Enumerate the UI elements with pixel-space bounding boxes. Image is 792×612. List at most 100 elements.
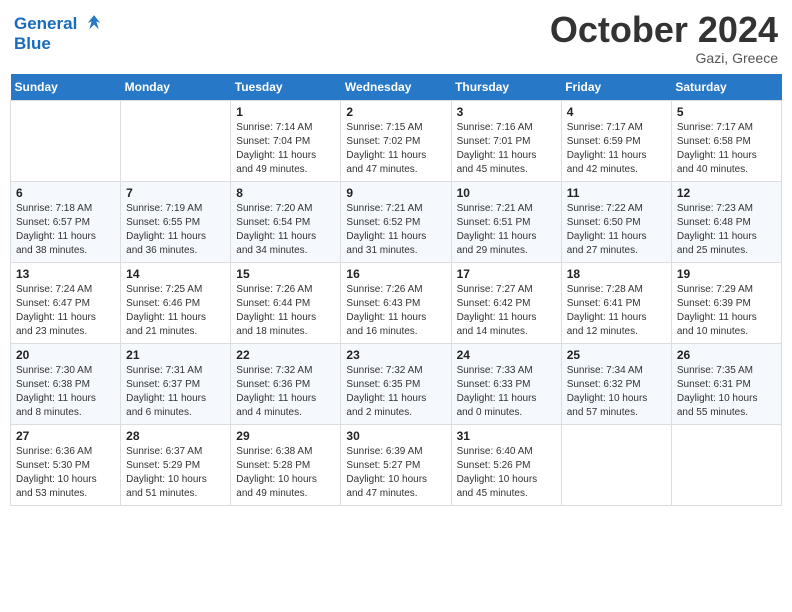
day-info: Sunrise: 7:18 AM Sunset: 6:57 PM Dayligh… — [16, 202, 115, 258]
day-info: Sunrise: 7:31 AM Sunset: 6:37 PM Dayligh… — [126, 364, 225, 420]
calendar-cell: 12 Sunrise: 7:23 AM Sunset: 6:48 PM Dayli… — [671, 181, 781, 262]
day-info: Sunrise: 7:14 AM Sunset: 7:04 PM Dayligh… — [236, 121, 335, 177]
calendar-cell: 7Sunrise: 7:19 AM Sunset: 6:55 PM Daylig… — [121, 181, 231, 262]
day-number: 13 — [16, 267, 115, 281]
day-info: Sunrise: 7:15 AM Sunset: 7:02 PM Dayligh… — [346, 121, 445, 177]
month-title: October 2024 — [550, 10, 778, 50]
calendar-cell: 29 Sunrise: 6:38 AM Sunset: 5:28 PM Dayli… — [231, 424, 341, 505]
calendar-cell: 31 Sunrise: 6:40 AM Sunset: 5:26 PM Dayli… — [451, 424, 561, 505]
calendar-cell: 22 Sunrise: 7:32 AM Sunset: 6:36 PM Dayli… — [231, 343, 341, 424]
day-number: 28 — [126, 429, 225, 443]
day-number: 10 — [457, 186, 556, 200]
calendar-week-2: 6 Sunrise: 7:18 AM Sunset: 6:57 PM Daylig… — [11, 181, 782, 262]
calendar-cell: 13 Sunrise: 7:24 AM Sunset: 6:47 PM Dayli… — [11, 262, 121, 343]
day-info: Sunrise: 7:32 AM Sunset: 6:36 PM Dayligh… — [236, 364, 335, 420]
calendar-cell: 15Sunrise: 7:26 AM Sunset: 6:44 PM Dayli… — [231, 262, 341, 343]
calendar-cell: 8 Sunrise: 7:20 AM Sunset: 6:54 PM Daylig… — [231, 181, 341, 262]
calendar-cell: 3 Sunrise: 7:16 AM Sunset: 7:01 PM Daylig… — [451, 100, 561, 181]
day-number: 29 — [236, 429, 335, 443]
location: Gazi, Greece — [550, 50, 778, 66]
calendar-cell: 5Sunrise: 7:17 AM Sunset: 6:58 PM Daylig… — [671, 100, 781, 181]
day-number: 21 — [126, 348, 225, 362]
calendar-cell: 2 Sunrise: 7:15 AM Sunset: 7:02 PM Daylig… — [341, 100, 451, 181]
day-number: 19 — [677, 267, 776, 281]
calendar-cell — [121, 100, 231, 181]
calendar-cell: 11Sunrise: 7:22 AM Sunset: 6:50 PM Dayli… — [561, 181, 671, 262]
day-number: 17 — [457, 267, 556, 281]
day-info: Sunrise: 6:37 AM Sunset: 5:29 PM Dayligh… — [126, 445, 225, 501]
calendar-week-4: 20Sunrise: 7:30 AM Sunset: 6:38 PM Dayli… — [11, 343, 782, 424]
calendar-cell: 4 Sunrise: 7:17 AM Sunset: 6:59 PM Daylig… — [561, 100, 671, 181]
weekday-wednesday: Wednesday — [341, 74, 451, 101]
day-info: Sunrise: 7:29 AM Sunset: 6:39 PM Dayligh… — [677, 283, 776, 339]
calendar-cell: 21 Sunrise: 7:31 AM Sunset: 6:37 PM Dayli… — [121, 343, 231, 424]
day-info: Sunrise: 7:20 AM Sunset: 6:54 PM Dayligh… — [236, 202, 335, 258]
day-info: Sunrise: 7:17 AM Sunset: 6:59 PM Dayligh… — [567, 121, 666, 177]
day-number: 6 — [16, 186, 115, 200]
calendar-cell: 25 Sunrise: 7:34 AM Sunset: 6:32 PM Dayli… — [561, 343, 671, 424]
day-info: Sunrise: 7:16 AM Sunset: 7:01 PM Dayligh… — [457, 121, 556, 177]
day-info: Sunrise: 7:34 AM Sunset: 6:32 PM Dayligh… — [567, 364, 666, 420]
day-info: Sunrise: 6:36 AM Sunset: 5:30 PM Dayligh… — [16, 445, 115, 501]
day-number: 12 — [677, 186, 776, 200]
day-info: Sunrise: 6:38 AM Sunset: 5:28 PM Dayligh… — [236, 445, 335, 501]
calendar-cell: 16 Sunrise: 7:26 AM Sunset: 6:43 PM Dayli… — [341, 262, 451, 343]
day-number: 4 — [567, 105, 666, 119]
day-info: Sunrise: 7:32 AM Sunset: 6:35 PM Dayligh… — [346, 364, 445, 420]
calendar-cell: 24Sunrise: 7:33 AM Sunset: 6:33 PM Dayli… — [451, 343, 561, 424]
weekday-friday: Friday — [561, 74, 671, 101]
weekday-header-row: SundayMondayTuesdayWednesdayThursdayFrid… — [11, 74, 782, 101]
day-info: Sunrise: 7:21 AM Sunset: 6:51 PM Dayligh… — [457, 202, 556, 258]
logo: General Blue — [14, 14, 105, 53]
day-number: 16 — [346, 267, 445, 281]
day-info: Sunrise: 7:21 AM Sunset: 6:52 PM Dayligh… — [346, 202, 445, 258]
calendar-week-5: 27Sunrise: 6:36 AM Sunset: 5:30 PM Dayli… — [11, 424, 782, 505]
day-info: Sunrise: 7:25 AM Sunset: 6:46 PM Dayligh… — [126, 283, 225, 339]
calendar-cell: 1 Sunrise: 7:14 AM Sunset: 7:04 PM Daylig… — [231, 100, 341, 181]
day-number: 14 — [126, 267, 225, 281]
calendar-cell — [671, 424, 781, 505]
calendar-cell — [11, 100, 121, 181]
weekday-tuesday: Tuesday — [231, 74, 341, 101]
calendar-cell — [561, 424, 671, 505]
day-number: 18 — [567, 267, 666, 281]
calendar-week-1: 1 Sunrise: 7:14 AM Sunset: 7:04 PM Daylig… — [11, 100, 782, 181]
title-area: October 2024 Gazi, Greece — [550, 10, 778, 66]
day-number: 8 — [236, 186, 335, 200]
day-info: Sunrise: 7:35 AM Sunset: 6:31 PM Dayligh… — [677, 364, 776, 420]
calendar-cell: 19 Sunrise: 7:29 AM Sunset: 6:39 PM Dayli… — [671, 262, 781, 343]
day-info: Sunrise: 7:28 AM Sunset: 6:41 PM Dayligh… — [567, 283, 666, 339]
calendar-cell: 26 Sunrise: 7:35 AM Sunset: 6:31 PM Dayli… — [671, 343, 781, 424]
day-info: Sunrise: 7:27 AM Sunset: 6:42 PM Dayligh… — [457, 283, 556, 339]
day-number: 1 — [236, 105, 335, 119]
calendar-table: SundayMondayTuesdayWednesdayThursdayFrid… — [10, 74, 782, 506]
day-number: 31 — [457, 429, 556, 443]
day-number: 22 — [236, 348, 335, 362]
calendar-week-3: 13 Sunrise: 7:24 AM Sunset: 6:47 PM Dayli… — [11, 262, 782, 343]
calendar-cell: 20Sunrise: 7:30 AM Sunset: 6:38 PM Dayli… — [11, 343, 121, 424]
logo-bird-icon — [83, 12, 105, 34]
day-info: Sunrise: 7:26 AM Sunset: 6:43 PM Dayligh… — [346, 283, 445, 339]
day-number: 23 — [346, 348, 445, 362]
calendar-cell: 14 Sunrise: 7:25 AM Sunset: 6:46 PM Dayli… — [121, 262, 231, 343]
day-info: Sunrise: 7:17 AM Sunset: 6:58 PM Dayligh… — [677, 121, 776, 177]
logo-blue: Blue — [14, 34, 105, 54]
day-number: 25 — [567, 348, 666, 362]
day-info: Sunrise: 7:30 AM Sunset: 6:38 PM Dayligh… — [16, 364, 115, 420]
day-info: Sunrise: 7:26 AM Sunset: 6:44 PM Dayligh… — [236, 283, 335, 339]
logo-general: General — [14, 14, 77, 33]
day-info: Sunrise: 7:24 AM Sunset: 6:47 PM Dayligh… — [16, 283, 115, 339]
day-number: 30 — [346, 429, 445, 443]
calendar-cell: 23 Sunrise: 7:32 AM Sunset: 6:35 PM Dayli… — [341, 343, 451, 424]
calendar-cell: 10 Sunrise: 7:21 AM Sunset: 6:51 PM Dayli… — [451, 181, 561, 262]
day-info: Sunrise: 7:19 AM Sunset: 6:55 PM Dayligh… — [126, 202, 225, 258]
day-info: Sunrise: 7:33 AM Sunset: 6:33 PM Dayligh… — [457, 364, 556, 420]
day-number: 26 — [677, 348, 776, 362]
day-info: Sunrise: 7:23 AM Sunset: 6:48 PM Dayligh… — [677, 202, 776, 258]
weekday-saturday: Saturday — [671, 74, 781, 101]
day-info: Sunrise: 6:40 AM Sunset: 5:26 PM Dayligh… — [457, 445, 556, 501]
calendar-cell: 27Sunrise: 6:36 AM Sunset: 5:30 PM Dayli… — [11, 424, 121, 505]
calendar-body: 1 Sunrise: 7:14 AM Sunset: 7:04 PM Daylig… — [11, 100, 782, 505]
day-number: 2 — [346, 105, 445, 119]
day-number: 3 — [457, 105, 556, 119]
